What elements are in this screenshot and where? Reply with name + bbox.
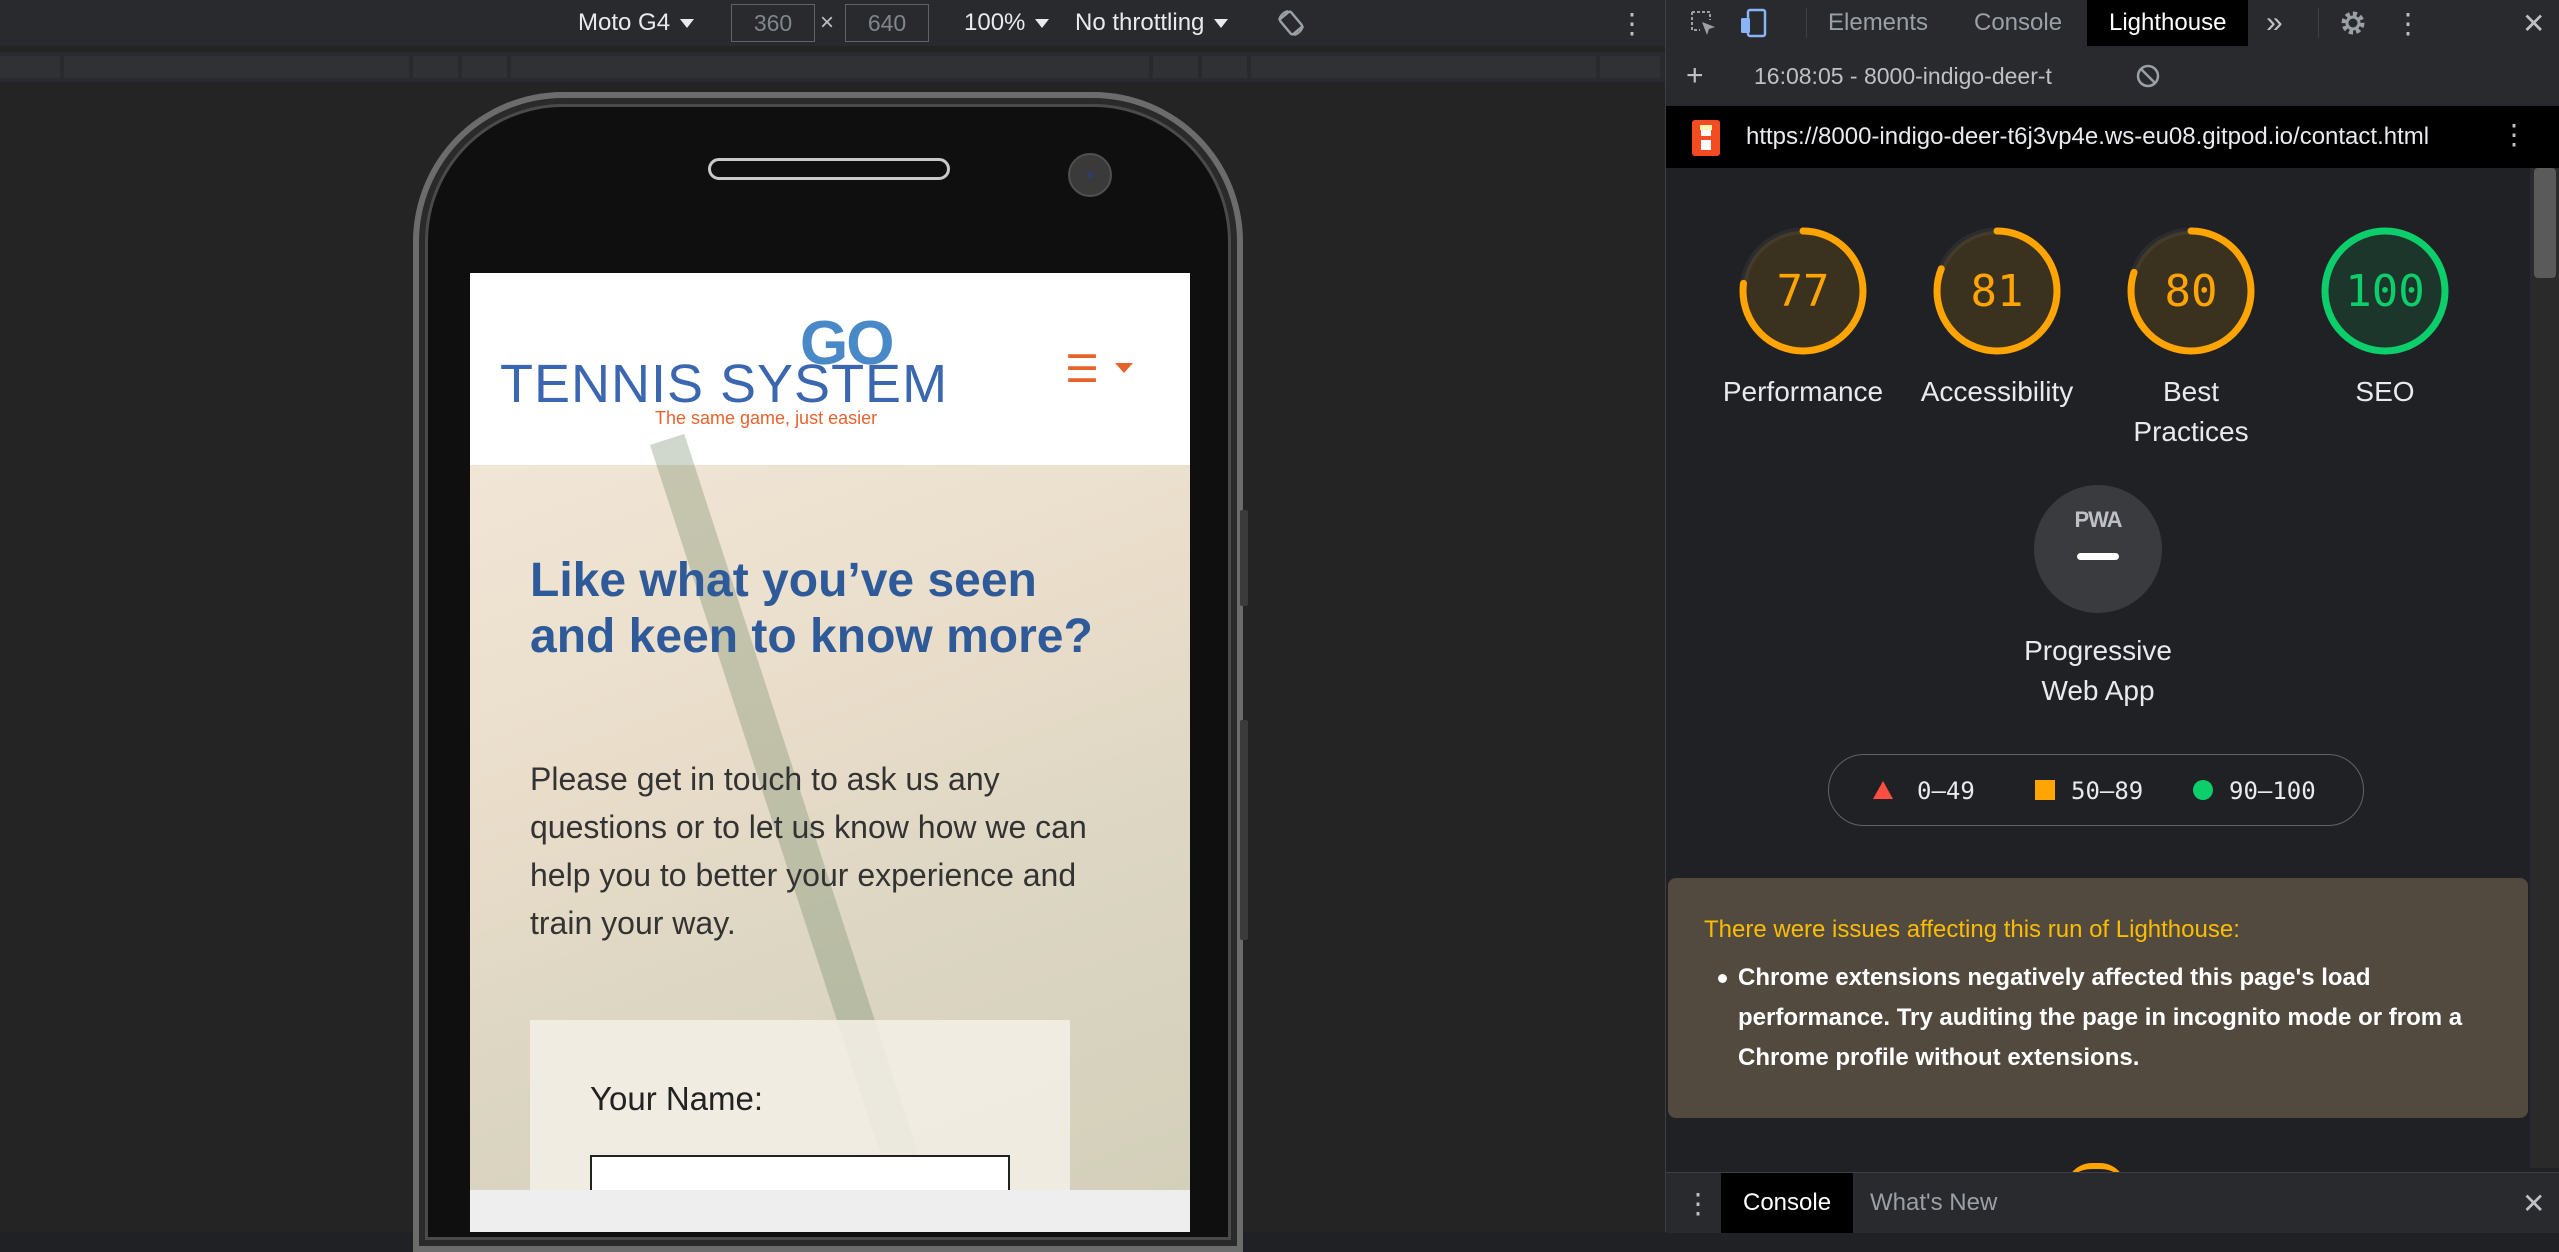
device-name: Moto G4 <box>578 9 671 36</box>
pwa-label: Progressive Web App <box>2024 635 2172 706</box>
toolbar-divider <box>2318 8 2319 38</box>
fail-triangle-icon <box>1873 781 1893 799</box>
logo-text[interactable]: TENNIS SYSTEM <box>500 353 948 415</box>
pwa-badge[interactable]: PWA <box>2034 485 2162 613</box>
width-input[interactable]: 360 <box>731 4 815 42</box>
throttling-select[interactable]: No throttling <box>1075 0 1229 46</box>
phone-camera <box>1068 153 1112 197</box>
contact-hero: Like what you’ve seen and keen to know m… <box>470 433 1190 1232</box>
kebab-menu-icon[interactable]: ⋮ <box>1618 0 1646 46</box>
devtools-tabbar: Elements Console Lighthouse » ⋮ ✕ <box>1666 0 2559 47</box>
close-icon[interactable]: ✕ <box>2522 0 2545 46</box>
phone-side-button <box>1240 720 1248 940</box>
device-toolbar: Moto G4 360 × 640 100% No throttling ⋮ <box>0 0 1665 46</box>
score-value: 80 <box>2164 265 2218 317</box>
device-select[interactable]: Moto G4 <box>578 0 695 46</box>
name-label: Your Name: <box>590 1080 764 1117</box>
average-square-icon <box>2035 780 2055 800</box>
score-gauge-seo[interactable]: 100 <box>2320 226 2450 356</box>
media-query-bar[interactable] <box>0 52 1665 82</box>
score-label: Best Practices <box>2133 376 2249 447</box>
legend-average: 50–89 <box>2071 777 2144 805</box>
new-report-icon[interactable]: + <box>1686 53 1704 99</box>
device-emulation-area: Moto G4 360 × 640 100% No throttling ⋮ G… <box>0 0 1665 1252</box>
drawer-tabbar: ⋮ Console What's New ✕ <box>1666 1172 2559 1233</box>
report-label: 16:08:05 - 8000-indigo-deer-t <box>1754 62 2052 89</box>
lighthouse-report-bar: + 16:08:05 - 8000-indigo-deer-t <box>1666 46 2559 107</box>
phone-side-button <box>1240 510 1248 606</box>
dimension-separator: × <box>820 9 835 36</box>
viewport-bottom-bar <box>470 1190 1190 1232</box>
page-headline: Like what you’ve seen and keen to know m… <box>530 554 1093 663</box>
throttling-value: No throttling <box>1075 9 1205 36</box>
height-input[interactable]: 640 <box>845 4 929 42</box>
score-label: Performance <box>1722 376 1884 407</box>
score-legend: 0–49 50–89 90–100 <box>1828 754 2364 826</box>
pwa-dash <box>2077 553 2119 560</box>
warning-box: There were issues affecting this run of … <box>1668 878 2528 1118</box>
chevron-down-icon <box>1035 18 1050 28</box>
logo-tagline: The same game, just easier <box>655 408 878 428</box>
scrollbar-track[interactable] <box>2530 168 2559 1168</box>
warning-item: Chrome extensions negatively affected th… <box>1738 964 2463 1071</box>
intro-text: Please get in touch to ask us any questi… <box>530 761 1087 941</box>
chevron-down-icon <box>680 18 695 28</box>
devtools-pane: Elements Console Lighthouse » ⋮ ✕ + 16:0… <box>1665 0 2559 1233</box>
lighthouse-logo-icon <box>1692 120 1720 163</box>
report-url[interactable]: https://8000-indigo-deer-t6j3vp4e.ws-eu0… <box>1746 123 2429 151</box>
inspect-element-icon[interactable] <box>1688 0 1718 46</box>
pass-circle-icon <box>2193 780 2213 800</box>
clear-reports-icon[interactable] <box>2134 53 2162 99</box>
chevron-down-icon <box>1214 18 1229 28</box>
device-viewport: GO TENNIS SYSTEM The same game, just eas… <box>470 273 1190 1232</box>
hamburger-menu-icon[interactable]: ☰ <box>1065 351 1099 389</box>
warning-title: There were issues affecting this run of … <box>1704 916 2240 943</box>
scrollbar-thumb[interactable] <box>2534 168 2556 278</box>
zoom-value: 100% <box>964 9 1026 36</box>
score-label: SEO <box>2355 376 2415 407</box>
score-value: 81 <box>1970 265 2024 317</box>
kebab-menu-icon[interactable]: ⋮ <box>2394 0 2422 46</box>
score-value: 77 <box>1776 265 1830 317</box>
legend-fail: 0–49 <box>1917 777 1975 805</box>
legend-pass: 90–100 <box>2229 777 2316 805</box>
tab-lighthouse[interactable]: Lighthouse <box>2087 0 2249 46</box>
report-select[interactable]: 16:08:05 - 8000-indigo-deer-t <box>1754 53 2054 99</box>
tab-elements[interactable]: Elements <box>1828 0 1928 46</box>
lighthouse-report: 77 Performance 81 Accessibility 80 Best Pract… <box>1666 168 2530 1169</box>
score-value: 100 <box>2345 265 2425 317</box>
rotate-icon[interactable] <box>1276 0 1306 46</box>
zoom-select[interactable]: 100% <box>964 0 1050 46</box>
site-header: GO TENNIS SYSTEM The same game, just eas… <box>470 273 1190 465</box>
drawer-tab-console[interactable]: Console <box>1721 1173 1854 1233</box>
drawer-tab-whats-new[interactable]: What's New <box>1870 1180 1997 1226</box>
score-label: Accessibility <box>1920 376 2074 407</box>
bullet <box>1718 974 1727 983</box>
report-url-bar: https://8000-indigo-deer-t6j3vp4e.ws-eu0… <box>1666 106 2559 168</box>
device-toggle-icon[interactable] <box>1738 0 1770 46</box>
caret-down-icon[interactable] <box>1115 363 1133 373</box>
more-tabs-icon[interactable]: » <box>2266 0 2283 46</box>
kebab-menu-icon[interactable]: ⋮ <box>2500 118 2528 151</box>
score-gauge-best-practices[interactable]: 80 <box>2126 226 2256 356</box>
close-drawer-icon[interactable]: ✕ <box>2522 1180 2545 1226</box>
score-gauge-performance[interactable]: 77 <box>1738 226 1868 356</box>
score-gauge-accessibility[interactable]: 81 <box>1932 226 2062 356</box>
tab-console[interactable]: Console <box>1974 0 2062 46</box>
pwa-badge-text: PWA <box>2074 507 2122 532</box>
toolbar-divider <box>1806 8 1807 38</box>
settings-gear-icon[interactable] <box>2338 0 2368 46</box>
drawer-menu-icon[interactable]: ⋮ <box>1684 1180 1712 1226</box>
phone-speaker <box>708 158 950 180</box>
